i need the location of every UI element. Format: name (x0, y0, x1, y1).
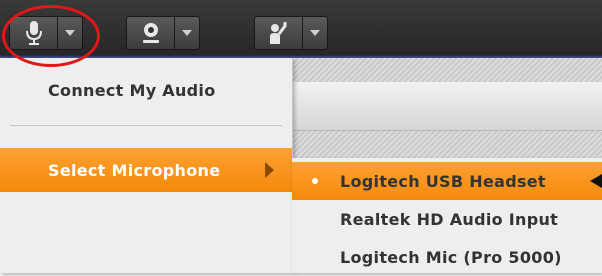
chevron-down-icon (310, 30, 320, 36)
microphone-option-label: Logitech USB Headset (340, 171, 546, 191)
chevron-down-icon (65, 30, 75, 36)
microphone-dropdown-button[interactable] (57, 16, 83, 50)
raise-hand-icon (269, 22, 286, 44)
microphone-button[interactable] (9, 16, 57, 50)
status-button-group (254, 16, 328, 50)
chevron-down-icon (182, 30, 192, 36)
chevron-right-icon (265, 162, 274, 178)
status-dropdown-button[interactable] (302, 16, 328, 50)
microphone-option-label: Logitech Mic (Pro 5000) (340, 247, 562, 267)
menu-item-label: Connect My Audio (48, 80, 216, 100)
selected-bullet-icon (312, 178, 318, 184)
microphone-option[interactable]: Logitech USB Headset (292, 162, 602, 200)
raise-hand-button[interactable] (254, 16, 302, 50)
toolbar (0, 0, 602, 58)
microphone-option[interactable]: Realtek HD Audio Input (292, 200, 602, 238)
microphone-option-label: Realtek HD Audio Input (340, 209, 559, 229)
webcam-icon (142, 23, 159, 43)
microphone-submenu: Logitech USB Headset Realtek HD Audio In… (292, 158, 602, 273)
menu-item-select-microphone[interactable]: Select Microphone (0, 148, 292, 192)
webcam-button[interactable] (126, 16, 174, 50)
microphone-icon (25, 21, 42, 45)
menu-item-connect-audio[interactable]: Connect My Audio (0, 68, 292, 112)
menu-item-label: Select Microphone (48, 160, 221, 180)
pointer-arrow-icon (590, 174, 602, 188)
audio-dropdown-menu: Connect My Audio Select Microphone (0, 58, 293, 273)
webcam-button-group (126, 16, 200, 50)
background-panel (290, 82, 602, 131)
microphone-option[interactable]: Logitech Mic (Pro 5000) (292, 238, 602, 276)
webcam-dropdown-button[interactable] (174, 16, 200, 50)
microphone-button-group (9, 16, 83, 50)
menu-separator (10, 125, 282, 126)
